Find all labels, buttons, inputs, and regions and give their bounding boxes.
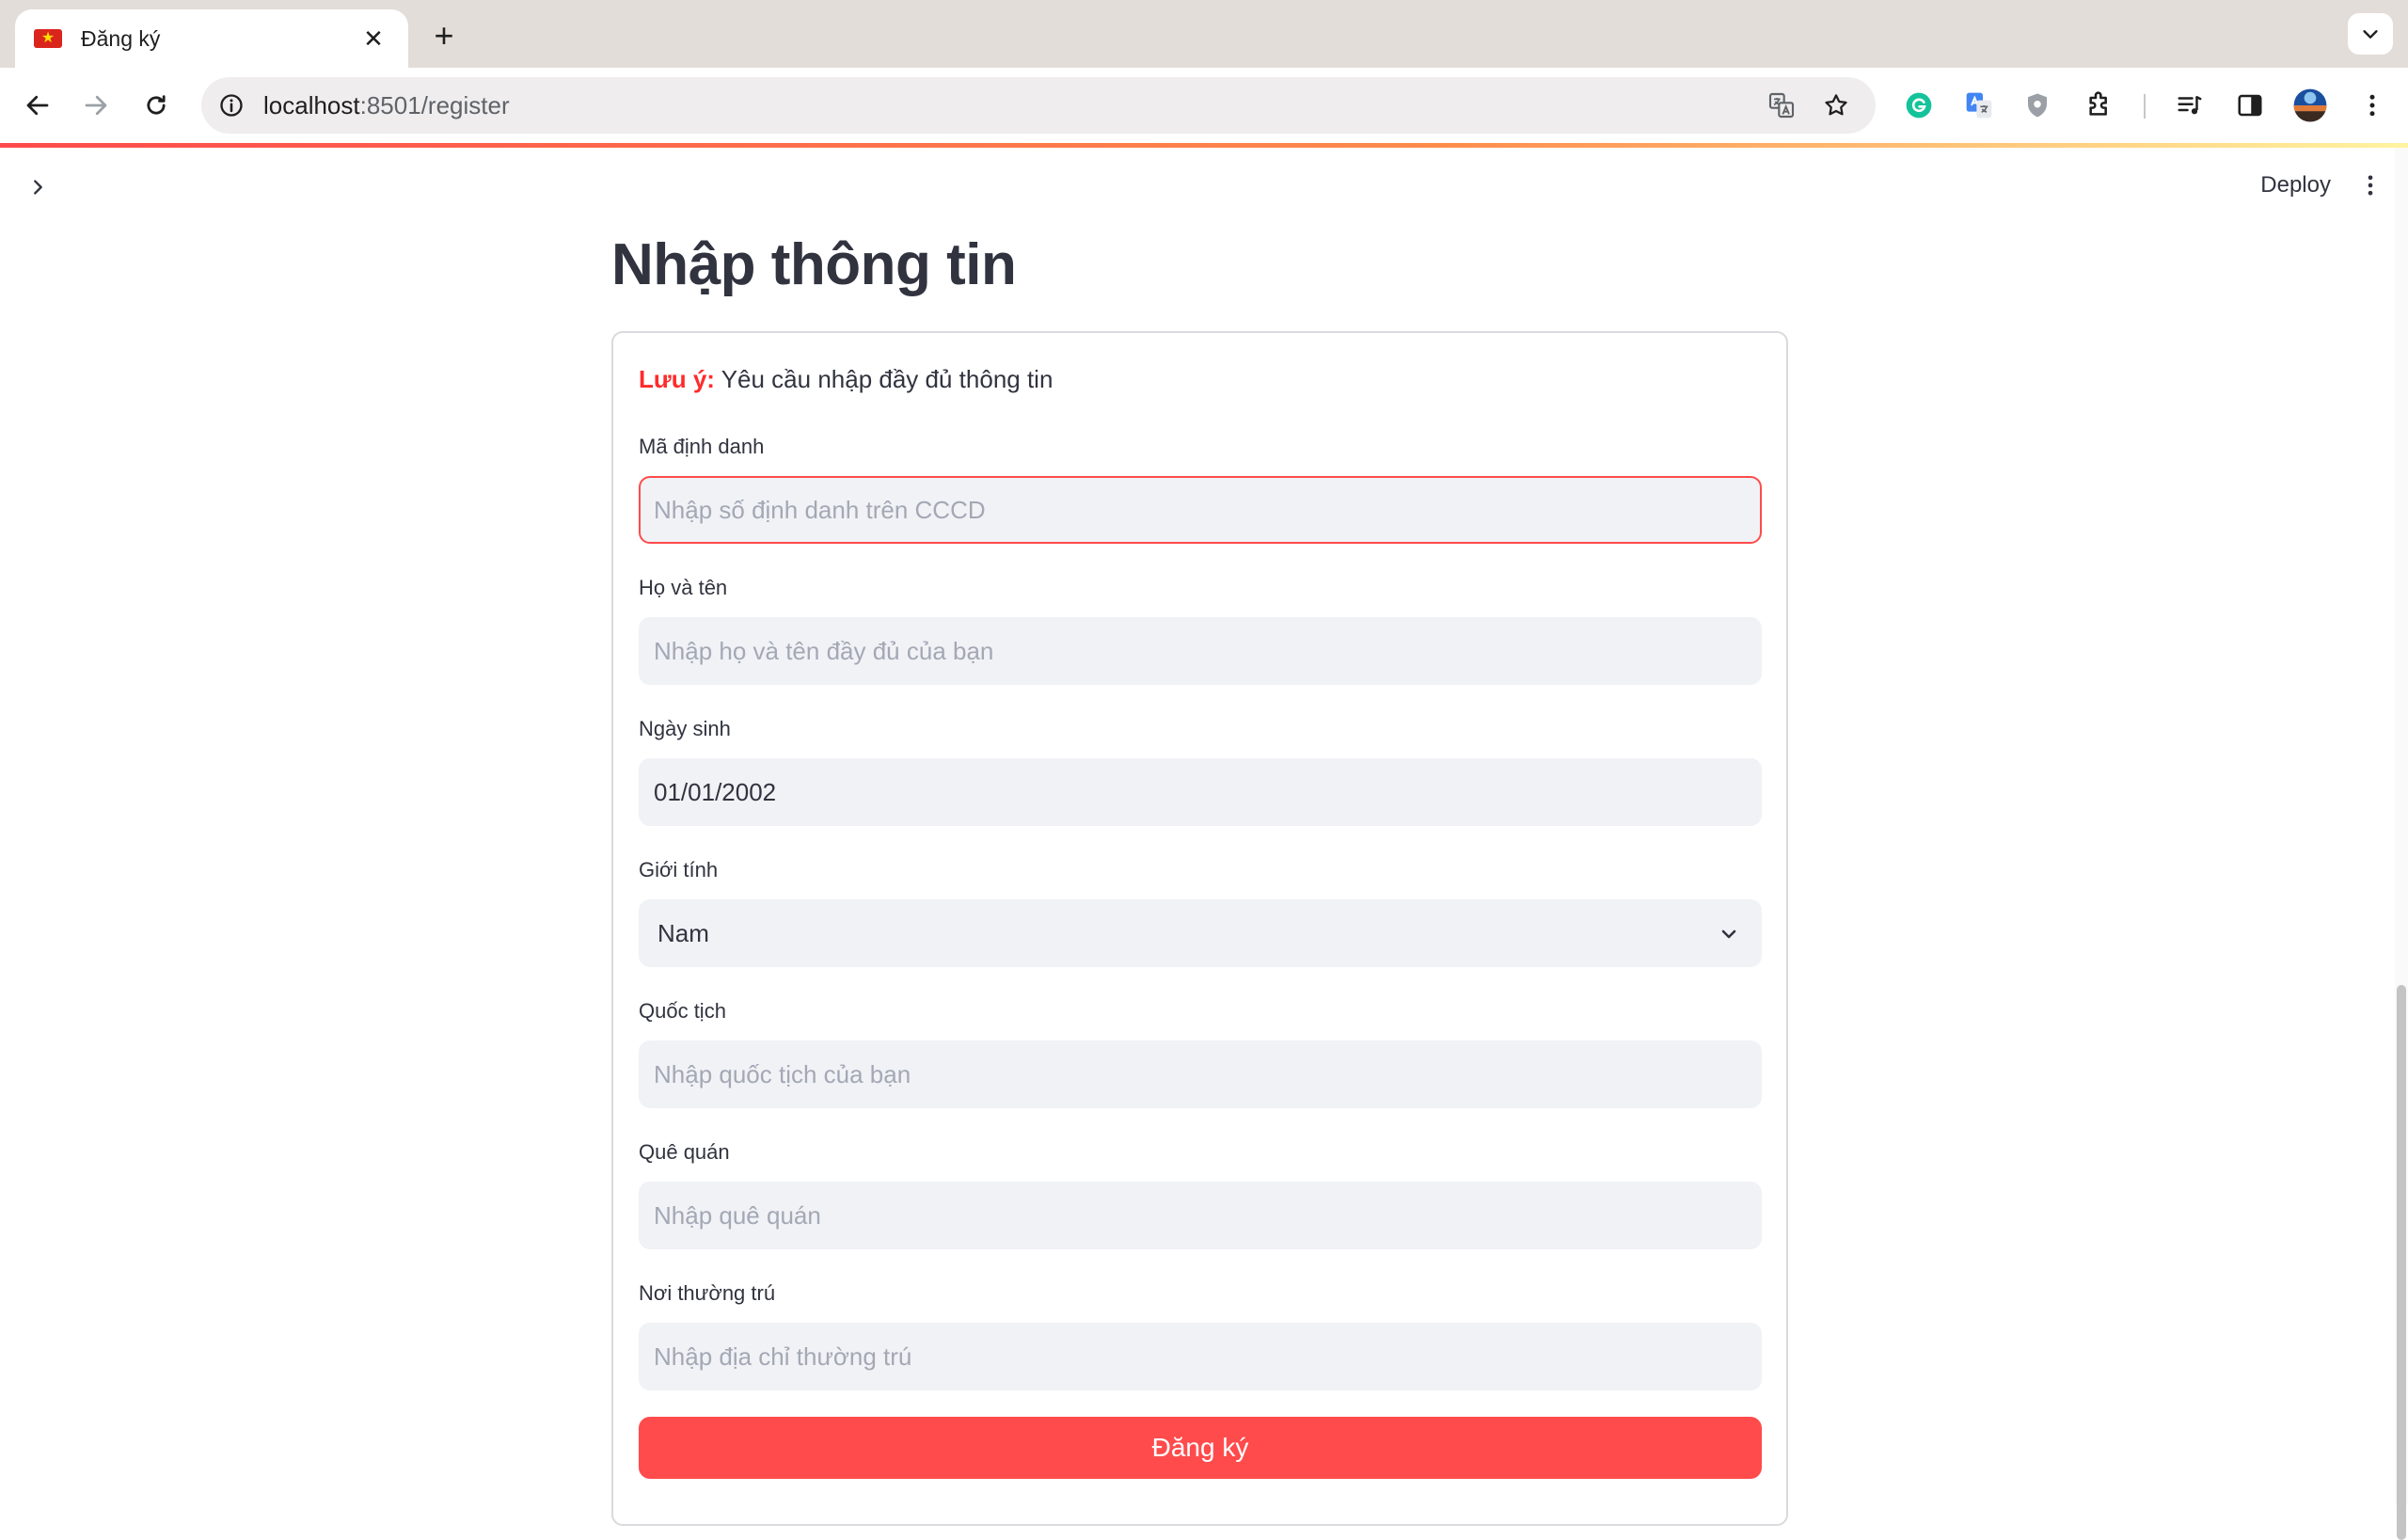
more-vertical-icon [2368, 175, 2373, 196]
gender-select[interactable]: Nam [639, 899, 1762, 967]
site-info-icon[interactable] [213, 87, 250, 124]
url-host: localhost [263, 91, 360, 119]
sidebar-toggle-button[interactable] [19, 168, 56, 206]
translate-icon[interactable] [1761, 85, 1802, 126]
hometown-label: Quê quán [639, 1140, 730, 1164]
gender-selected-value: Nam [657, 919, 709, 947]
gender-label: Giới tính [639, 858, 719, 881]
hometown-input[interactable] [639, 1182, 1762, 1249]
bookmark-star-icon[interactable] [1815, 85, 1857, 126]
residence-input[interactable] [639, 1323, 1762, 1390]
full-name-label: Họ và tên [639, 576, 728, 599]
registration-form: Lưu ý: Yêu cầu nhập đầy đủ thông tin Mã … [611, 331, 1788, 1526]
close-tab-icon[interactable]: ✕ [357, 24, 389, 54]
url-text: localhost:8501/register [263, 77, 510, 134]
form-note: Lưu ý: Yêu cầu nhập đầy đủ thông tin [639, 365, 1053, 394]
note-text: Yêu cầu nhập đầy đủ thông tin [714, 365, 1054, 393]
residence-label: Nơi thường trú [639, 1281, 776, 1305]
nationality-input[interactable] [639, 1040, 1762, 1108]
deploy-button[interactable]: Deploy [2260, 167, 2331, 204]
url-path: :8501/register [359, 91, 510, 119]
page-scrollbar[interactable] [2395, 148, 2408, 1540]
chevron-down-icon [1717, 922, 1741, 946]
new-tab-button[interactable]: + [423, 15, 465, 56]
shield-extension-icon[interactable] [2017, 85, 2058, 126]
extensions-puzzle-icon[interactable] [2079, 85, 2120, 126]
chevron-down-icon [2363, 30, 2378, 39]
side-panel-icon[interactable] [2229, 85, 2271, 126]
full-name-input[interactable] [639, 617, 1762, 685]
id-number-label: Mã định danh [639, 435, 765, 458]
profile-avatar[interactable] [2289, 85, 2331, 126]
arrow-left-icon [26, 95, 49, 116]
vietnam-flag-icon: ★ [34, 29, 62, 48]
tab-search-button[interactable] [2348, 13, 2393, 55]
reload-icon [147, 95, 166, 115]
back-button[interactable] [17, 85, 58, 126]
nationality-label: Quốc tịch [639, 999, 726, 1023]
note-prefix: Lưu ý: [639, 365, 715, 393]
google-translate-icon[interactable] [1958, 85, 2000, 126]
forward-button[interactable] [75, 85, 117, 126]
active-tab[interactable]: ★ Đăng ký ✕ [15, 9, 408, 68]
page-title: Nhập thông tin [611, 232, 1017, 297]
main-menu-button[interactable] [2352, 167, 2389, 204]
birth-date-input[interactable] [639, 758, 1762, 826]
grammarly-icon[interactable] [1898, 85, 1940, 126]
browser-menu-icon[interactable] [2352, 85, 2393, 126]
tab-title: Đăng ký [81, 25, 161, 51]
chevron-right-icon [34, 180, 42, 195]
media-queue-icon[interactable] [2169, 85, 2210, 126]
app-header: Deploy [0, 148, 2408, 223]
birth-date-label: Ngày sinh [639, 717, 731, 740]
register-submit-button[interactable]: Đăng ký [639, 1417, 1762, 1479]
toolbar-divider [2144, 94, 2146, 119]
id-number-input[interactable] [639, 476, 1762, 544]
address-bar[interactable]: localhost:8501/register [201, 77, 1876, 134]
browser-toolbar: localhost:8501/register [0, 68, 2408, 143]
arrow-right-icon [85, 95, 107, 116]
tab-strip: ★ Đăng ký ✕ + [0, 0, 2408, 68]
reload-button[interactable] [135, 85, 177, 126]
scrollbar-thumb[interactable] [2397, 985, 2406, 1540]
